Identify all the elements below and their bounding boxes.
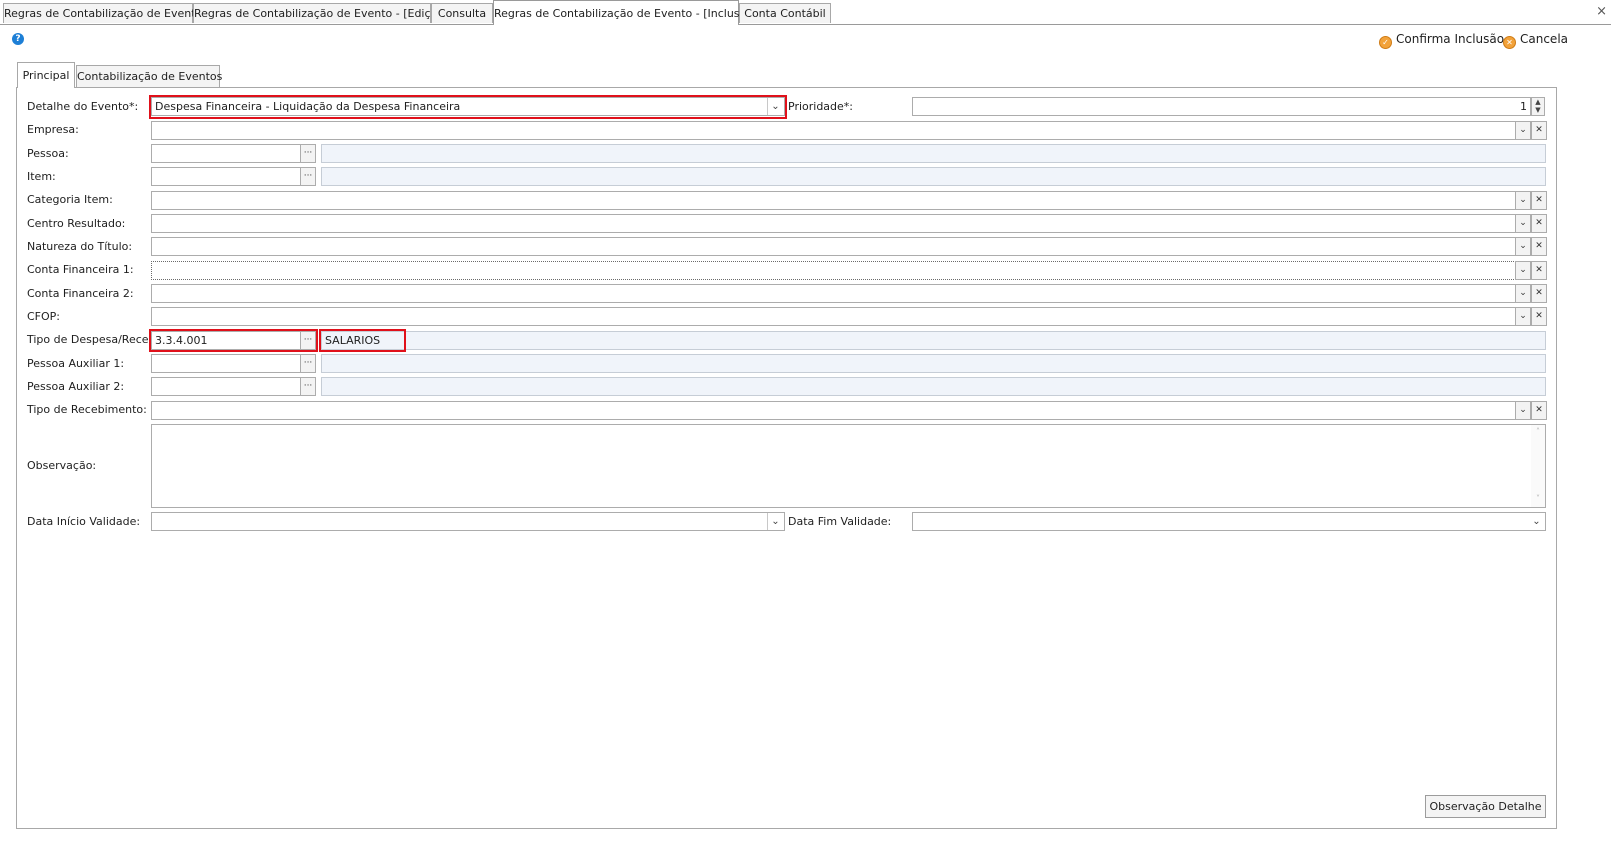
ellipsis-icon[interactable]: ··· <box>300 167 316 186</box>
pessoa-auxiliar-1-label: Pessoa Auxiliar 1: <box>27 357 125 370</box>
conta-financeira-2-label: Conta Financeira 2: <box>27 287 134 300</box>
conta-financeira-1-label: Conta Financeira 1: <box>27 263 134 276</box>
cfop-select[interactable] <box>151 307 1516 326</box>
ellipsis-icon[interactable]: ··· <box>300 144 316 163</box>
observacao-detalhe-button[interactable]: Observação Detalhe <box>1425 795 1546 818</box>
item-label: Item: <box>27 170 56 183</box>
detalhe-evento-label: Detalhe do Evento*: <box>27 100 139 113</box>
observacao-scrollbar[interactable]: ˄ ˅ <box>1531 425 1545 507</box>
prioridade-label: Prioridade*: <box>788 100 854 113</box>
prioridade-input[interactable]: 1 <box>912 97 1531 116</box>
pessoa-auxiliar-2-description <box>321 377 1546 396</box>
tab-conta-contabil[interactable]: Conta Contábil <box>739 3 831 23</box>
tipo-recebimento-label: Tipo de Recebimento: <box>27 403 147 416</box>
confirm-inclusion-label: Confirma Inclusão <box>1396 32 1505 46</box>
chevron-down-icon[interactable]: ⌄ <box>1515 261 1531 280</box>
ellipsis-icon[interactable]: ··· <box>300 331 316 350</box>
centro-resultado-select[interactable] <box>151 214 1516 233</box>
chevron-down-icon[interactable]: ⌄ <box>1515 401 1531 420</box>
data-inicio-validade-label: Data Início Validade: <box>27 515 141 528</box>
clear-x-icon[interactable]: ✕ <box>1531 307 1547 326</box>
chevron-down-icon[interactable]: ⌄ <box>1515 191 1531 210</box>
chevron-down-icon[interactable]: ⌄ <box>1515 284 1531 303</box>
clear-x-icon[interactable]: ✕ <box>1531 261 1547 280</box>
pessoa-auxiliar-2-label: Pessoa Auxiliar 2: <box>27 380 125 393</box>
help-icon[interactable]: ? <box>12 33 24 45</box>
tab-regras-inclusao[interactable]: Regras de Contabilização de Evento - [In… <box>493 0 757 25</box>
item-code-input[interactable] <box>151 167 301 186</box>
cfop-label: CFOP: <box>27 310 61 323</box>
tab-regras-contabilizacao[interactable]: Regras de Contabilização de Evento <box>3 3 202 23</box>
check-circle-icon: ✓ <box>1379 36 1392 49</box>
tab-contabilizacao-eventos[interactable]: Contabilização de Eventos <box>76 65 222 87</box>
data-inicio-validade-input[interactable]: ⌄ <box>151 512 785 531</box>
chevron-down-icon[interactable]: ⌄ <box>1515 237 1531 256</box>
pessoa-auxiliar-1-description <box>321 354 1546 373</box>
clear-x-icon[interactable]: ✕ <box>1531 214 1547 233</box>
cancel-circle-icon: ✕ <box>1503 36 1516 49</box>
data-fim-validade-label: Data Fim Validade: <box>788 515 892 528</box>
scroll-up-icon[interactable]: ˄ <box>1531 427 1545 436</box>
close-icon[interactable]: × <box>1596 4 1607 19</box>
chevron-down-icon[interactable]: ⌄ <box>1529 513 1544 530</box>
cancel-button[interactable]: ✕ Cancela <box>1503 30 1569 49</box>
chevron-down-icon[interactable]: ⌄ <box>767 98 783 115</box>
centro-resultado-label: Centro Resultado: <box>27 217 126 230</box>
tab-consulta[interactable]: Consulta <box>431 3 493 23</box>
tipo-recebimento-select[interactable] <box>151 401 1516 420</box>
cancel-label: Cancela <box>1520 32 1569 46</box>
tipo-despesa-receita-code-input[interactable]: 3.3.4.001 <box>151 331 301 350</box>
observacao-textarea[interactable]: ˄ ˅ <box>151 424 1546 508</box>
categoria-item-label: Categoria Item: <box>27 193 113 206</box>
pessoa-auxiliar-1-code-input[interactable] <box>151 354 301 373</box>
data-fim-validade-input[interactable]: ⌄ <box>912 512 1546 531</box>
detalhe-evento-value: Despesa Financeira - Liquidação da Despe… <box>155 100 461 113</box>
clear-x-icon[interactable]: ✕ <box>1531 121 1547 140</box>
chevron-down-icon[interactable]: ⌄ <box>1515 121 1531 140</box>
tipo-despesa-receita-label: Tipo de Despesa/Receita: <box>27 333 167 346</box>
ellipsis-icon[interactable]: ··· <box>300 354 316 373</box>
clear-x-icon[interactable]: ✕ <box>1531 191 1547 210</box>
conta-financeira-2-select[interactable] <box>151 284 1516 303</box>
pessoa-code-input[interactable] <box>151 144 301 163</box>
chevron-down-icon[interactable]: ⌄ <box>1515 307 1531 326</box>
clear-x-icon[interactable]: ✕ <box>1531 401 1547 420</box>
categoria-item-select[interactable] <box>151 191 1516 210</box>
observacao-label: Observação: <box>27 459 97 472</box>
empresa-select[interactable] <box>151 121 1516 140</box>
ellipsis-icon[interactable]: ··· <box>300 377 316 396</box>
confirm-inclusion-button[interactable]: ✓ Confirma Inclusão <box>1379 30 1505 49</box>
tab-regras-edicao[interactable]: Regras de Contabilização de Evento - [Ed… <box>193 3 448 23</box>
pessoa-label: Pessoa: <box>27 147 69 160</box>
pessoa-description <box>321 144 1546 163</box>
detalhe-evento-select[interactable]: Despesa Financeira - Liquidação da Despe… <box>151 97 785 116</box>
tipo-despesa-receita-description: SALARIOS <box>321 331 1546 350</box>
chevron-down-icon[interactable]: ⌄ <box>767 513 783 530</box>
natureza-titulo-select[interactable] <box>151 237 1516 256</box>
chevron-down-icon[interactable]: ⌄ <box>1515 214 1531 233</box>
clear-x-icon[interactable]: ✕ <box>1531 284 1547 303</box>
scroll-down-icon[interactable]: ˅ <box>1531 494 1545 503</box>
tab-principal[interactable]: Principal <box>17 62 75 88</box>
conta-financeira-1-select[interactable] <box>151 261 1516 280</box>
item-description <box>321 167 1546 186</box>
clear-x-icon[interactable]: ✕ <box>1531 237 1547 256</box>
pessoa-auxiliar-2-code-input[interactable] <box>151 377 301 396</box>
natureza-titulo-label: Natureza do Título: <box>27 240 133 253</box>
empresa-label: Empresa: <box>27 123 79 136</box>
prioridade-spinner[interactable]: ▲ ▼ <box>1531 97 1545 116</box>
document-tab-strip: Regras de Contabilização de Evento Regra… <box>0 0 1611 25</box>
